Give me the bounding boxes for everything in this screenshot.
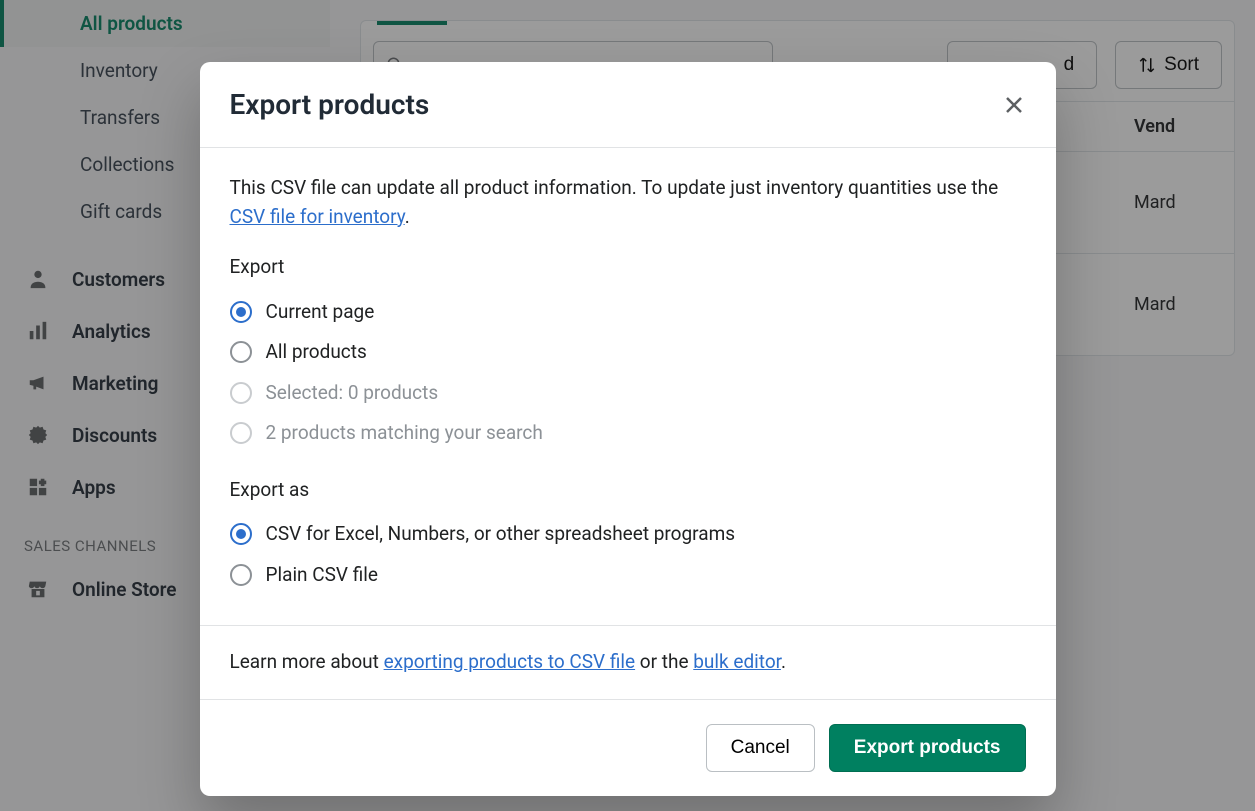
modal-body: This CSV file can update all product inf… [200, 148, 1056, 625]
radio-label: Current page [266, 298, 375, 327]
modal-title: Export products [230, 88, 430, 121]
radio-label: Selected: 0 products [266, 379, 439, 408]
modal-header: Export products [200, 62, 1056, 148]
radio-icon [230, 341, 252, 363]
radio-current-page[interactable]: Current page [230, 292, 1026, 333]
radio-label: Plain CSV file [266, 561, 378, 590]
radio-icon [230, 382, 252, 404]
export-csv-link[interactable]: exporting products to CSV file [384, 650, 636, 673]
radio-plain-csv[interactable]: Plain CSV file [230, 555, 1026, 596]
export-as-group-label: Export as [230, 476, 1026, 505]
export-group-label: Export [230, 253, 1026, 282]
close-icon [1002, 93, 1026, 117]
modal-overlay: Export products This CSV file can update… [0, 0, 1255, 811]
radio-icon [230, 301, 252, 323]
bulk-editor-link[interactable]: bulk editor [693, 650, 781, 673]
intro-text: This CSV file can update all product inf… [230, 174, 1026, 231]
radio-csv-excel[interactable]: CSV for Excel, Numbers, or other spreads… [230, 514, 1026, 555]
close-button[interactable] [1002, 93, 1026, 117]
modal-learn-more: Learn more about exporting products to C… [200, 626, 1056, 699]
radio-label: All products [266, 338, 367, 367]
radio-all-products[interactable]: All products [230, 332, 1026, 373]
modal-footer: Cancel Export products [200, 700, 1056, 796]
radio-icon [230, 523, 252, 545]
radio-label: 2 products matching your search [266, 419, 543, 448]
radio-matching-search: 2 products matching your search [230, 413, 1026, 454]
export-products-button[interactable]: Export products [829, 724, 1026, 772]
radio-label: CSV for Excel, Numbers, or other spreads… [266, 520, 736, 549]
cancel-button[interactable]: Cancel [706, 724, 815, 772]
export-modal: Export products This CSV file can update… [200, 62, 1056, 796]
radio-selected-products: Selected: 0 products [230, 373, 1026, 414]
inventory-csv-link[interactable]: CSV file for inventory [230, 205, 405, 228]
radio-icon [230, 564, 252, 586]
radio-icon [230, 422, 252, 444]
